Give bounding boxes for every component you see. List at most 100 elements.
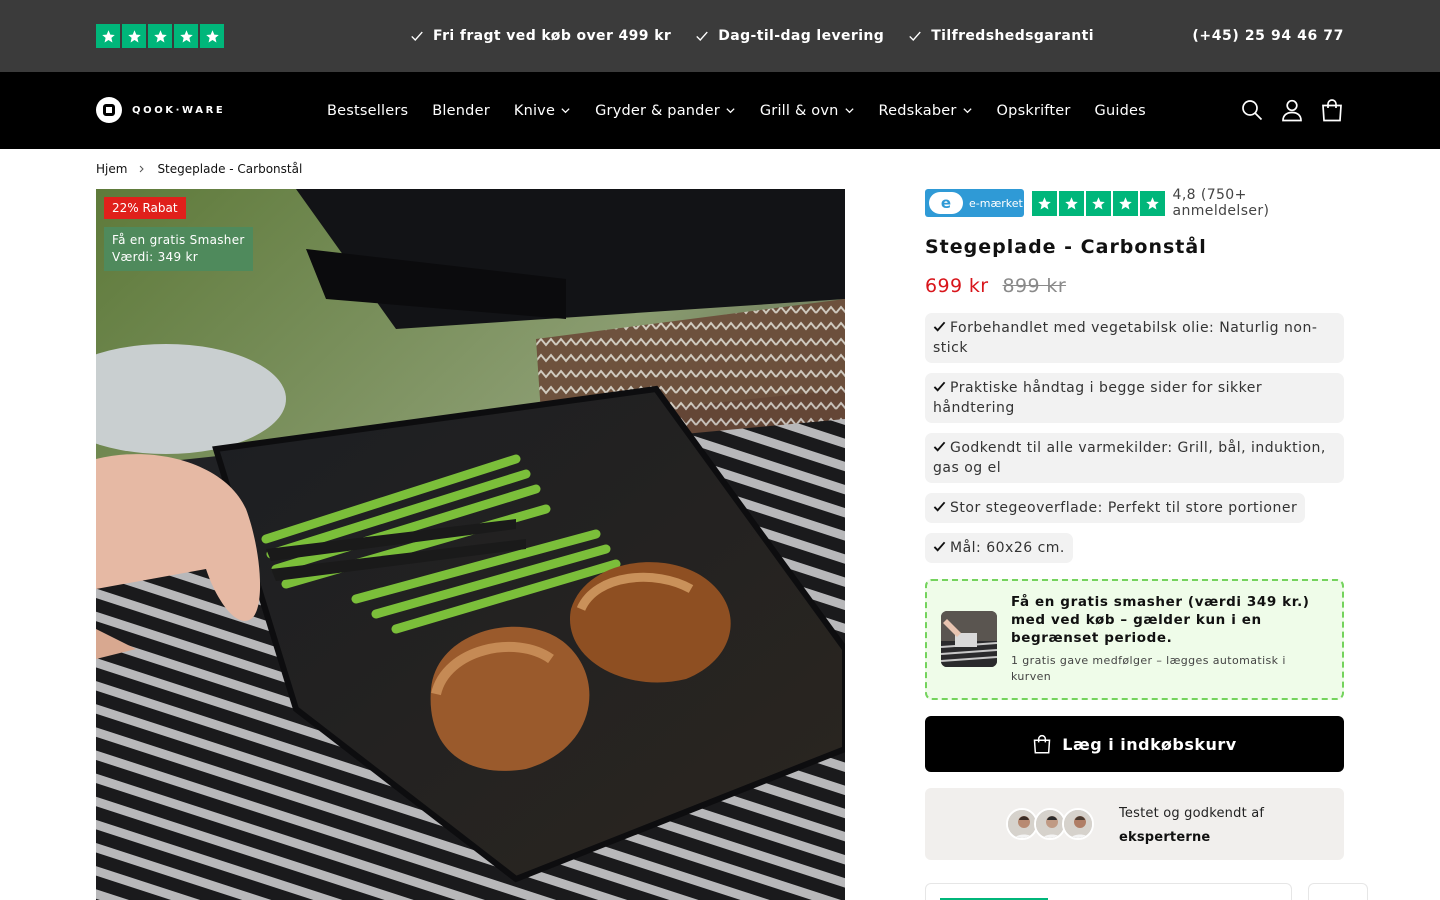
product-info: e e-mærket 4,8 (750+ anmeldelser) Stegep…	[925, 187, 1344, 860]
experts-highlight: eksperterne	[1119, 830, 1211, 845]
star-icon	[1058, 190, 1084, 216]
usp-label: Dag-til-dag levering	[718, 28, 885, 44]
nav-item-knive[interactable]: Knive	[514, 103, 571, 119]
site-header: QOOK·WARE Bestsellers Blender Knive Gryd…	[0, 72, 1440, 149]
add-to-cart-label: Læg i indkøbskurv	[1062, 734, 1237, 754]
chevron-down-icon	[962, 108, 972, 114]
feature-label: Forbehandlet med vegetabilsk olie: Natur…	[933, 320, 1318, 356]
feature-item: Stor stegeoverflade: Perfekt til store p…	[925, 493, 1306, 523]
usp-label: Fri fragt ved køb over 499 kr	[433, 28, 672, 44]
star-icon	[96, 24, 120, 48]
chevron-right-icon	[140, 165, 145, 173]
gift-offer-subtitle: 1 gratis gave medfølger – lægges automat…	[1011, 654, 1286, 683]
nav-label: Grill & ovn	[759, 102, 839, 119]
feature-label: Praktiske håndtag i begge sider for sikk…	[933, 380, 1263, 416]
feature-item: Forbehandlet med vegetabilsk olie: Natur…	[925, 313, 1344, 363]
review-card-peek[interactable]	[1308, 883, 1368, 900]
nav-item-gryder-pander[interactable]: Gryder & pander	[595, 103, 736, 119]
cart-icon[interactable]	[1320, 98, 1344, 122]
nav-item-blender[interactable]: Blender	[432, 103, 490, 119]
check-icon	[909, 31, 922, 41]
chevron-down-icon	[561, 108, 570, 114]
grill-photo-illustration	[96, 189, 845, 900]
rating-row: e e-mærket 4,8 (750+ anmeldelser)	[925, 187, 1344, 219]
price-row: 699 kr 899 kr	[925, 275, 1344, 297]
check-icon	[933, 441, 946, 452]
check-icon	[411, 31, 423, 41]
feature-label: Godkendt til alle varmekilder: Grill, bå…	[933, 440, 1326, 476]
experts-box: Testet og godkendt af eksperterne	[925, 788, 1344, 860]
usp-label: Tilfredshedsgaranti	[931, 28, 1094, 44]
nav-label: Blender	[432, 102, 490, 119]
star-icon	[1112, 190, 1138, 216]
star-icon	[1139, 190, 1165, 216]
breadcrumb: Hjem Stegeplade - Carbonstål	[96, 162, 302, 176]
nav-label: Guides	[1094, 102, 1146, 119]
add-to-cart-button[interactable]: Læg i indkøbskurv	[925, 716, 1344, 772]
check-icon	[933, 541, 946, 552]
emaerket-badge[interactable]: e e-mærket	[925, 189, 1024, 217]
gift-thumbnail	[941, 611, 997, 667]
check-icon	[696, 31, 709, 41]
experts-line: Testet og godkendt af	[1119, 806, 1265, 821]
gift-badge: Få en gratis Smasher Værdi: 349 kr	[104, 227, 253, 271]
breadcrumb-current: Stegeplade - Carbonstål	[157, 162, 303, 176]
logo-mark-icon	[96, 97, 122, 123]
product-title: Stegeplade - Carbonstål	[925, 236, 1207, 258]
logo-text: QOOK·WARE	[132, 104, 226, 116]
star-icon	[200, 24, 224, 48]
rating-text[interactable]: 4,8 (750+ anmeldelser)	[1173, 187, 1344, 219]
nav-item-redskaber[interactable]: Redskaber	[879, 103, 973, 119]
rating-stars[interactable]	[1031, 190, 1165, 216]
shopping-bag-icon	[1033, 735, 1051, 754]
review-card-peek[interactable]	[925, 883, 1292, 900]
search-icon[interactable]	[1240, 98, 1264, 122]
logo[interactable]: QOOK·WARE	[96, 97, 225, 123]
feature-item: Godkendt til alle varmekilder: Grill, bå…	[925, 433, 1344, 483]
star-icon	[148, 24, 172, 48]
gift-badge-line: Værdi: 349 kr	[112, 250, 199, 264]
trustpilot-stars[interactable]	[96, 24, 224, 48]
feature-list: Forbehandlet med vegetabilsk olie: Natur…	[925, 313, 1344, 563]
price-current: 699 kr	[925, 275, 989, 297]
usp-item: Dag-til-dag levering	[695, 28, 884, 44]
header-actions	[1240, 98, 1344, 122]
emaerket-label: e-mærket	[969, 196, 1023, 210]
star-icon	[174, 24, 198, 48]
gift-badge-line: Få en gratis Smasher	[112, 233, 245, 247]
chevron-down-icon	[844, 108, 854, 114]
nav-label: Knive	[513, 102, 556, 119]
announcement-bar: Fri fragt ved køb over 499 kr Dag-til-da…	[0, 0, 1440, 72]
phone-link[interactable]: (+45) 25 94 46 77	[1192, 0, 1344, 72]
nav-label: Redskaber	[878, 102, 957, 119]
gift-offer-title: Få en gratis smasher (værdi 349 kr.) med…	[1011, 594, 1310, 646]
usp-item: Tilfredshedsgaranti	[908, 28, 1094, 44]
feature-label: Mål: 60x26 cm.	[950, 540, 1065, 556]
account-icon[interactable]	[1280, 98, 1304, 122]
discount-badge: 22% Rabat	[104, 197, 186, 219]
check-icon	[933, 501, 946, 512]
star-icon	[122, 24, 146, 48]
nav-label: Opskrifter	[996, 102, 1071, 119]
main-nav: Bestsellers Blender Knive Gryder & pande…	[327, 72, 1146, 149]
gift-offer-box: Få en gratis smasher (værdi 349 kr.) med…	[925, 579, 1344, 700]
feature-label: Stor stegeoverflade: Perfekt til store p…	[950, 500, 1298, 516]
usp-list: Fri fragt ved køb over 499 kr Dag-til-da…	[410, 0, 1094, 72]
feature-item: Praktiske håndtag i begge sider for sikk…	[925, 373, 1344, 423]
nav-item-opskrifter[interactable]: Opskrifter	[997, 103, 1071, 119]
star-icon	[1085, 190, 1111, 216]
avatar	[1062, 808, 1094, 840]
nav-item-guides[interactable]: Guides	[1095, 103, 1146, 119]
emaerket-logo-icon: e	[929, 192, 963, 214]
breadcrumb-home[interactable]: Hjem	[96, 162, 127, 176]
nav-item-bestsellers[interactable]: Bestsellers	[327, 103, 408, 119]
nav-label: Gryder & pander	[595, 102, 720, 119]
check-icon	[933, 321, 946, 332]
star-icon	[1031, 190, 1057, 216]
usp-item: Fri fragt ved køb over 499 kr	[410, 28, 671, 44]
check-icon	[933, 381, 946, 392]
product-image[interactable]: 22% Rabat Få en gratis Smasher Værdi: 34…	[96, 189, 845, 900]
chevron-down-icon	[726, 108, 735, 114]
feature-item: Mål: 60x26 cm.	[925, 533, 1073, 563]
nav-item-grill-ovn[interactable]: Grill & ovn	[760, 103, 855, 119]
